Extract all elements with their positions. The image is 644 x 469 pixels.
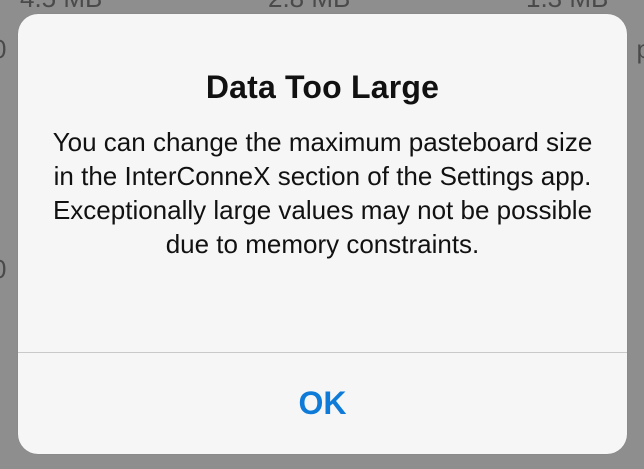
background-size-label: 2.8 MB (268, 0, 350, 11)
ok-button[interactable]: OK (18, 353, 627, 454)
alert-message: You can change the maximum pasteboard si… (52, 127, 593, 259)
background-edge-label: 0 (0, 256, 6, 282)
background-size-label: 4.5 MB (20, 0, 102, 11)
alert-dialog: Data Too Large You can change the maximu… (18, 14, 627, 454)
background-size-label: 1.3 MB (526, 0, 608, 11)
alert-title: Data Too Large (205, 69, 440, 105)
background-edge-label: 0 (0, 36, 6, 62)
background-edge-label: p (636, 34, 644, 64)
